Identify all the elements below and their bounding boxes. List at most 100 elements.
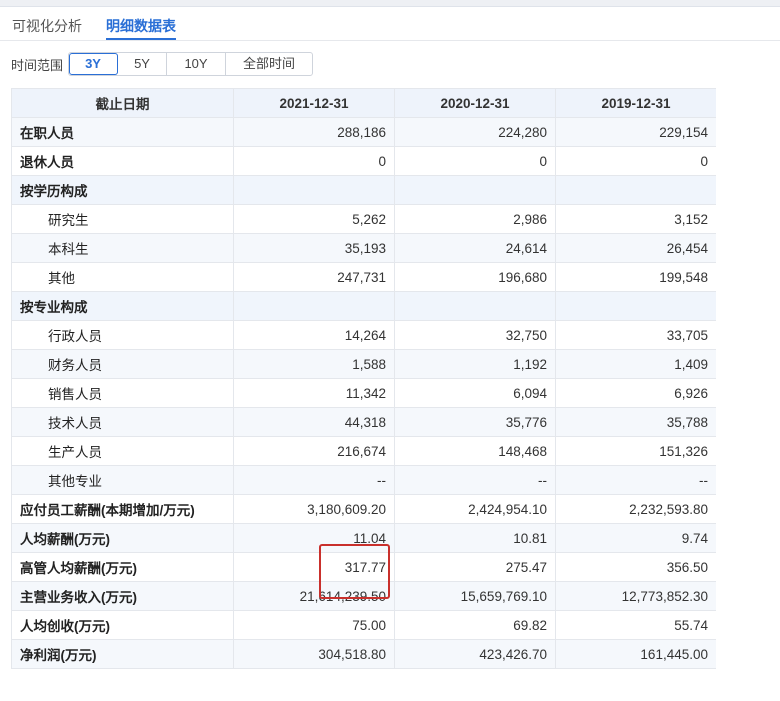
time-range-selector: 时间范围 3Y 5Y 10Y 全部时间: [11, 52, 314, 76]
row-value-1: 1,192: [394, 349, 556, 379]
table-row: 高管人均薪酬(万元) 317.77 275.47 356.50: [11, 552, 716, 582]
table-row: 本科生 35,193 24,614 26,454: [11, 233, 716, 263]
row-value-0: [233, 175, 395, 205]
row-value-1: 32,750: [394, 320, 556, 350]
row-value-1: 224,280: [394, 117, 556, 147]
row-value-2: --: [555, 465, 716, 495]
table-row: 行政人员 14,264 32,750 33,705: [11, 320, 716, 350]
row-value-2: 55.74: [555, 610, 716, 640]
row-label: 在职人员: [11, 117, 234, 147]
detail-table: 截止日期 2021-12-31 2020-12-31 2019-12-31 在职…: [11, 88, 716, 669]
row-value-1: 423,426.70: [394, 639, 556, 669]
row-value-2: 1,409: [555, 349, 716, 379]
row-value-0: 0: [233, 146, 395, 176]
row-value-0: 1,588: [233, 349, 395, 379]
row-value-2: 12,773,852.30: [555, 581, 716, 611]
row-value-1: 2,986: [394, 204, 556, 234]
table-row: 其他专业 -- -- --: [11, 465, 716, 495]
row-label: 人均薪酬(万元): [11, 523, 234, 553]
time-range-label: 时间范围: [11, 57, 64, 73]
row-value-2: 6,926: [555, 378, 716, 408]
row-value-2: 35,788: [555, 407, 716, 437]
table-row: 主营业务收入(万元) 21,614,239.50 15,659,769.10 12,7…: [11, 581, 716, 611]
tab-detail-table[interactable]: 明细数据表: [106, 16, 176, 36]
row-value-1: 148,468: [394, 436, 556, 466]
row-value-0: 3,180,609.20: [233, 494, 395, 524]
range-5y-button[interactable]: 5Y: [118, 53, 168, 75]
row-value-1: 6,094: [394, 378, 556, 408]
row-label: 其他: [11, 262, 234, 292]
table-row: 应付员工薪酬(本期增加/万元) 3,180,609.20 2,424,954.10 2…: [11, 494, 716, 524]
row-label: 研究生: [11, 204, 234, 234]
range-3y-button[interactable]: 3Y: [69, 53, 119, 75]
row-value-1: 69.82: [394, 610, 556, 640]
row-value-0: 288,186: [233, 117, 395, 147]
row-value-1: 0: [394, 146, 556, 176]
row-label: 主营业务收入(万元): [11, 581, 234, 611]
row-value-0: 304,518.80: [233, 639, 395, 669]
table-row: 净利润(万元) 304,518.80 423,426.70 161,445.00: [11, 639, 716, 669]
detail-table-container[interactable]: 截止日期 2021-12-31 2020-12-31 2019-12-31 在职…: [11, 88, 716, 701]
row-label: 技术人员: [11, 407, 234, 437]
table-row: 人均薪酬(万元) 11.04 10.81 9.74: [11, 523, 716, 553]
row-label: 行政人员: [11, 320, 234, 350]
range-segmented-control: 3Y 5Y 10Y 全部时间: [68, 52, 314, 76]
row-value-2: 199,548: [555, 262, 716, 292]
row-label: 人均创收(万元): [11, 610, 234, 640]
row-label: 销售人员: [11, 378, 234, 408]
row-value-2: 26,454: [555, 233, 716, 263]
row-label: 本科生: [11, 233, 234, 263]
table-row: 其他 247,731 196,680 199,548: [11, 262, 716, 292]
table-row: 人均创收(万元) 75.00 69.82 55.74: [11, 610, 716, 640]
table-row: 技术人员 44,318 35,776 35,788: [11, 407, 716, 437]
row-label: 应付员工薪酬(本期增加/万元): [11, 494, 234, 524]
table-row: 研究生 5,262 2,986 3,152: [11, 204, 716, 234]
range-all-time-button[interactable]: 全部时间: [226, 53, 312, 75]
row-value-2: 9.74: [555, 523, 716, 553]
tab-visual-analysis[interactable]: 可视化分析: [12, 16, 82, 36]
header-date-2020: 2020-12-31: [394, 88, 556, 118]
table-header-row: 截止日期 2021-12-31 2020-12-31 2019-12-31: [11, 88, 716, 118]
row-value-2: [555, 175, 716, 205]
tab-bar: 可视化分析 明细数据表: [0, 7, 780, 41]
row-value-0: 247,731: [233, 262, 395, 292]
header-date-2019: 2019-12-31: [555, 88, 716, 118]
row-value-1: 35,776: [394, 407, 556, 437]
table-section-row: 按学历构成: [11, 175, 716, 205]
row-value-0: [233, 291, 395, 321]
row-value-2: 0: [555, 146, 716, 176]
row-value-1: 15,659,769.10: [394, 581, 556, 611]
row-label: 按专业构成: [11, 291, 234, 321]
row-label: 高管人均薪酬(万元): [11, 552, 234, 582]
row-value-0: 21,614,239.50: [233, 581, 395, 611]
row-value-1: 275.47: [394, 552, 556, 582]
table-row: 销售人员 11,342 6,094 6,926: [11, 378, 716, 408]
row-label: 按学历构成: [11, 175, 234, 205]
table-row: 生产人员 216,674 148,468 151,326: [11, 436, 716, 466]
row-value-0: --: [233, 465, 395, 495]
row-value-1: 2,424,954.10: [394, 494, 556, 524]
table-row: 在职人员 288,186 224,280 229,154: [11, 117, 716, 147]
range-10y-button[interactable]: 10Y: [167, 53, 227, 75]
table-section-row: 按专业构成: [11, 291, 716, 321]
row-value-0: 75.00: [233, 610, 395, 640]
row-value-1: --: [394, 465, 556, 495]
row-value-1: 10.81: [394, 523, 556, 553]
row-value-2: [555, 291, 716, 321]
row-value-2: 33,705: [555, 320, 716, 350]
row-value-1: [394, 175, 556, 205]
row-value-2: 151,326: [555, 436, 716, 466]
row-label: 财务人员: [11, 349, 234, 379]
row-value-0: 14,264: [233, 320, 395, 350]
row-value-1: 196,680: [394, 262, 556, 292]
row-value-0: 11,342: [233, 378, 395, 408]
top-strip: [0, 0, 780, 7]
table-row: 退休人员 0 0 0: [11, 146, 716, 176]
table-row: 财务人员 1,588 1,192 1,409: [11, 349, 716, 379]
row-value-2: 229,154: [555, 117, 716, 147]
row-value-2: 3,152: [555, 204, 716, 234]
row-value-0: 216,674: [233, 436, 395, 466]
row-value-2: 2,232,593.80: [555, 494, 716, 524]
row-label: 退休人员: [11, 146, 234, 176]
row-value-2: 161,445.00: [555, 639, 716, 669]
